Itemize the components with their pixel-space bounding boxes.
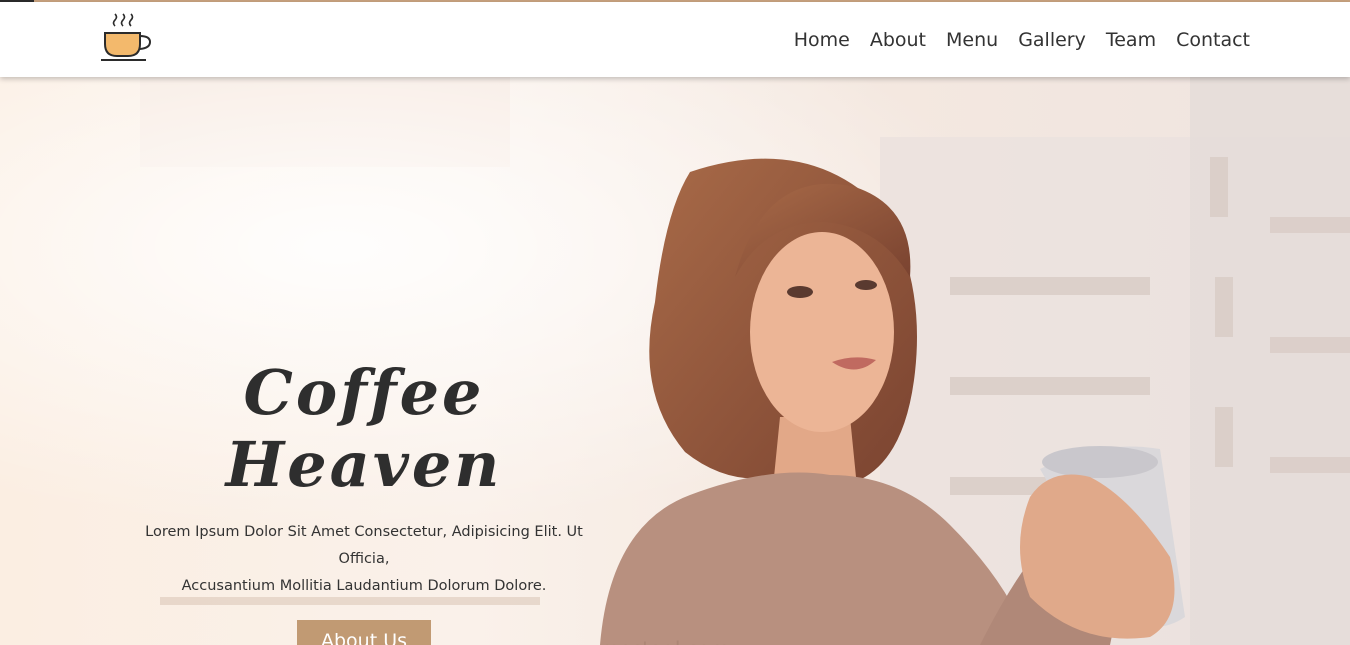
hero-content: Coffee Heaven Lorem Ipsum Dolor Sit Amet… [120,357,608,645]
coffee-cup-icon[interactable] [98,12,154,64]
site-header: Home About Menu Gallery Team Contact [0,2,1350,77]
hero-description-line-1: Lorem Ipsum Dolor Sit Amet Consectetur, … [145,524,583,567]
hero-description: Lorem Ipsum Dolor Sit Amet Consectetur, … [120,519,608,600]
nav-gallery[interactable]: Gallery [1018,29,1086,51]
watermark-text: mostaql.com [600,637,730,645]
about-us-button[interactable]: About Us [297,620,431,645]
nav-menu[interactable]: Menu [946,29,998,51]
nav-contact[interactable]: Contact [1176,29,1250,51]
nav-team[interactable]: Team [1106,29,1156,51]
hero-description-line-2: Accusantium Mollitia Laudantium Dolorum … [181,578,547,594]
hero-section: Coffee Heaven Lorem Ipsum Dolor Sit Amet… [0,77,1350,645]
nav-about[interactable]: About [870,29,926,51]
nav-home[interactable]: Home [794,29,850,51]
hero-title: Coffee Heaven [225,356,503,501]
main-nav: Home About Menu Gallery Team Contact [774,2,1250,77]
